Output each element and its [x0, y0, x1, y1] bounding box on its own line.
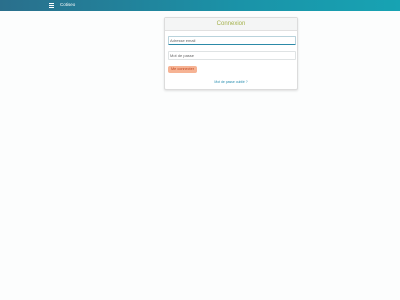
app-title: Cotiseo — [60, 2, 76, 7]
forgot-password-link[interactable]: Mot de passe oublié ? — [165, 80, 297, 84]
password-field[interactable]: Mot de passe — [168, 51, 296, 60]
password-label: Mot de passe — [170, 53, 195, 58]
email-label: Adresse email — [170, 38, 196, 43]
login-button[interactable]: Me connecter — [168, 66, 197, 73]
login-title: Connexion — [216, 21, 246, 27]
top-app-bar: Cotiseo — [0, 0, 400, 11]
login-card-header: Connexion — [165, 18, 297, 31]
hamburger-menu-icon[interactable] — [49, 3, 54, 8]
login-card: Connexion Adresse email Mot de passe Me … — [164, 17, 298, 90]
email-field[interactable]: Adresse email — [168, 36, 296, 45]
